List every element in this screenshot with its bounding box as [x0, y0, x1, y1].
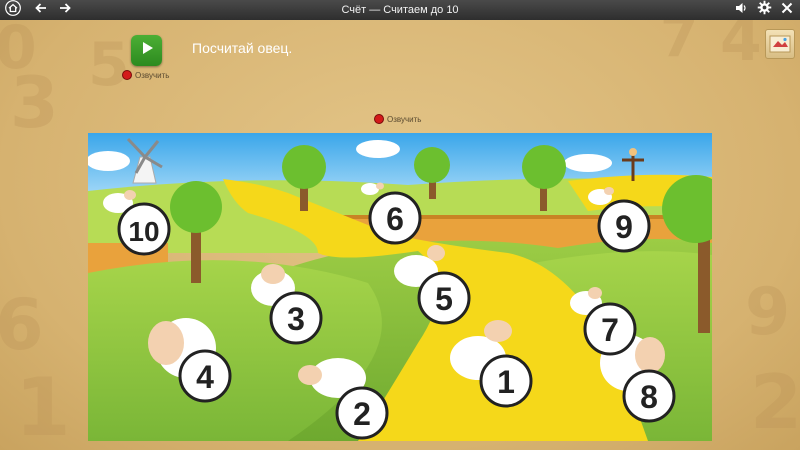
number-label: 7 [601, 312, 619, 348]
number-label: 1 [497, 364, 515, 400]
number-badge-10[interactable]: 10 [117, 202, 171, 256]
gear-icon [757, 0, 772, 20]
number-label: 4 [196, 359, 214, 395]
record-label: Озвучить [135, 70, 170, 80]
record-icon [122, 70, 132, 80]
number-label: 10 [128, 216, 159, 247]
number-badge-1[interactable]: 1 [479, 354, 533, 408]
number-badge-7[interactable]: 7 [583, 302, 637, 356]
number-badge-5[interactable]: 5 [417, 271, 471, 325]
task-instruction: Посчитай овец. [192, 40, 293, 56]
number-label: 8 [640, 379, 658, 415]
game-scene: 1 2 3 4 5 6 7 8 9 10 [88, 133, 712, 441]
title-bar: Счёт — Считаем до 10 [0, 0, 800, 20]
play-task-button[interactable] [131, 35, 162, 66]
sound-button[interactable] [730, 0, 752, 20]
record-scene-button[interactable]: Озвучить [374, 114, 421, 124]
bg-digit: 1 [15, 361, 71, 450]
window-title: Счёт — Считаем до 10 [341, 4, 459, 16]
number-badge-2[interactable]: 2 [335, 386, 389, 440]
bg-digit: 0 [0, 13, 37, 83]
bg-digit: 5 [88, 30, 130, 100]
number-badge-8[interactable]: 8 [622, 369, 676, 423]
number-label: 5 [435, 281, 453, 317]
card-icon [766, 35, 794, 62]
bg-digit: 9 [745, 275, 791, 350]
close-icon [781, 1, 793, 19]
play-icon [139, 40, 155, 61]
bg-digit: 6 [0, 284, 44, 366]
record-label: Озвучить [387, 114, 422, 124]
number-badge-9[interactable]: 9 [597, 199, 651, 253]
picture-card-button[interactable] [765, 29, 795, 59]
number-label: 3 [287, 301, 305, 337]
record-icon [374, 114, 384, 124]
settings-button[interactable] [753, 0, 775, 20]
number-badge-3[interactable]: 3 [269, 291, 323, 345]
record-task-button[interactable]: Озвучить [122, 70, 169, 80]
number-label: 6 [386, 201, 404, 237]
number-badge-6[interactable]: 6 [368, 191, 422, 245]
number-label: 9 [615, 209, 633, 245]
bg-digit: 2 [750, 358, 800, 446]
number-badge-4[interactable]: 4 [178, 349, 232, 403]
speaker-icon [734, 1, 748, 20]
number-label: 2 [353, 396, 371, 432]
close-button[interactable] [776, 0, 798, 20]
